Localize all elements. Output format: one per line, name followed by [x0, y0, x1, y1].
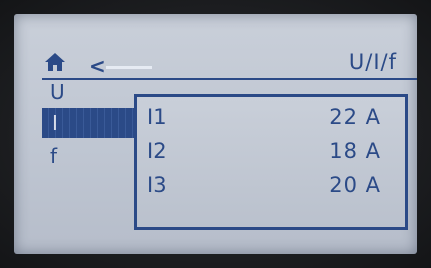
current-values-popup: I1 22 A I2 18 A I3 20 A — [134, 94, 408, 230]
popup-row-i2: I2 18 A — [147, 139, 381, 171]
home-icon[interactable] — [44, 52, 66, 72]
lcd-screen: < U/I/f U I f I1 22 A I2 18 A I3 20 A — [14, 14, 417, 254]
popup-row-i1: I1 22 A — [147, 105, 381, 137]
row-label: I2 — [147, 139, 167, 163]
row-label: I1 — [147, 105, 167, 129]
row-value: 22 A — [329, 105, 381, 129]
page-title: U/I/f — [348, 50, 397, 74]
popup-row-i3: I3 20 A — [147, 173, 381, 205]
menu-item-f[interactable]: f — [50, 144, 57, 168]
header-highlight-line — [106, 66, 152, 69]
chevron-left-icon[interactable]: < — [89, 56, 106, 76]
row-label: I3 — [147, 173, 167, 197]
header-divider — [42, 78, 417, 80]
menu-item-u[interactable]: U — [50, 80, 65, 104]
row-value: 18 A — [329, 139, 381, 163]
row-value: 20 A — [329, 173, 381, 197]
